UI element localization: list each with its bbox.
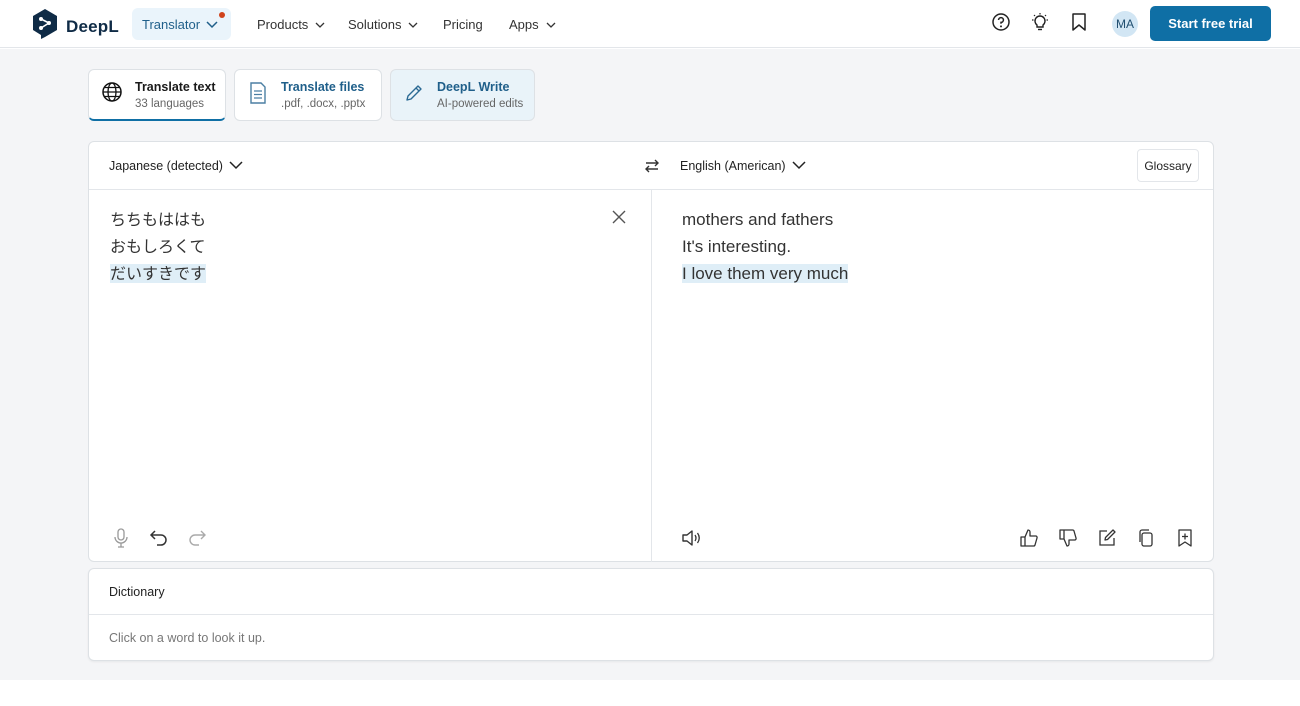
translation-output[interactable]: mothers and fathers It's interesting. I … (682, 206, 849, 287)
dictionary-panel: Dictionary Click on a word to look it up… (88, 568, 1214, 661)
target-line-highlighted: I love them very much (682, 264, 849, 283)
target-language-label: English (American) (680, 159, 786, 173)
nav-apps-label: Apps (509, 16, 539, 32)
tab-subtitle: .pdf, .docx, .pptx (281, 98, 366, 110)
tab-title: Translate files (281, 80, 365, 94)
clear-text-button[interactable] (611, 209, 629, 227)
chevron-down-icon (312, 17, 325, 32)
source-text-input[interactable]: ちちもははも おもしろくて だいすきです (110, 206, 207, 287)
globe-icon (101, 81, 123, 108)
tab-translate-text[interactable]: Translate text 33 languages (88, 69, 226, 121)
glossary-button[interactable]: Glossary (1137, 149, 1199, 182)
deepl-logo[interactable]: DeepL (32, 8, 119, 45)
nav-products-label: Products (257, 16, 309, 32)
chevron-down-icon (206, 17, 218, 32)
nav-solutions[interactable]: Solutions (348, 0, 418, 48)
chevron-down-icon (229, 159, 243, 173)
chevron-down-icon (543, 17, 556, 32)
help-button[interactable] (989, 12, 1013, 36)
translator-menu-button[interactable]: Translator (132, 8, 231, 40)
document-icon (249, 81, 267, 109)
user-avatar[interactable]: MA (1112, 11, 1138, 37)
source-language-label: Japanese (detected) (109, 159, 223, 173)
dictionary-hint: Click on a word to look it up. (109, 631, 266, 645)
panel-divider (651, 190, 652, 562)
close-icon (611, 210, 627, 229)
saved-translations-button[interactable] (1067, 12, 1091, 36)
nav-solutions-label: Solutions (348, 16, 402, 32)
help-icon (991, 12, 1011, 37)
source-line: ちちもははも (110, 210, 207, 229)
language-bar: Japanese (detected) English (American) G… (89, 142, 1213, 190)
nav-products[interactable]: Products (257, 0, 325, 48)
chevron-down-icon (405, 17, 418, 32)
redo-button[interactable] (185, 526, 209, 550)
source-line: おもしろくて (110, 237, 206, 256)
thumbs-down-button[interactable] (1056, 526, 1080, 550)
microphone-button[interactable] (109, 526, 133, 550)
lightbulb-icon (1030, 12, 1050, 37)
tips-button[interactable] (1028, 12, 1052, 36)
deepl-logo-icon (32, 8, 58, 45)
target-toolbar-right (1017, 526, 1197, 550)
save-to-favorites-button[interactable] (1173, 526, 1197, 550)
speaker-button[interactable] (679, 526, 703, 550)
swap-languages-button[interactable] (641, 155, 663, 177)
notification-dot (219, 12, 225, 18)
translator-panel: Japanese (detected) English (American) G… (88, 141, 1214, 562)
tab-subtitle: 33 languages (135, 97, 205, 110)
source-toolbar (109, 526, 209, 550)
dictionary-title: Dictionary (109, 584, 165, 599)
tab-deepl-write[interactable]: DeepL Write AI-powered edits (390, 69, 535, 121)
edit-button[interactable] (1095, 526, 1119, 550)
pencil-icon (404, 83, 424, 108)
tab-translate-files[interactable]: Translate files .pdf, .docx, .pptx (234, 69, 382, 121)
brand-name: DeepL (66, 16, 119, 36)
target-language-select[interactable]: English (American) (680, 142, 806, 190)
start-free-trial-button[interactable]: Start free trial (1150, 6, 1271, 41)
nav-pricing-label: Pricing (443, 16, 483, 32)
swap-arrows-icon (641, 159, 663, 181)
copy-button[interactable] (1134, 526, 1158, 550)
nav-pricing[interactable]: Pricing (443, 0, 483, 48)
tab-title: DeepL Write (437, 80, 510, 94)
target-line: It's interesting. (682, 237, 792, 256)
bookmark-icon (1070, 12, 1088, 37)
source-language-select[interactable]: Japanese (detected) (109, 142, 243, 190)
undo-button[interactable] (147, 526, 171, 550)
chevron-down-icon (792, 159, 806, 173)
top-navigation-bar: DeepL Translator Products Solutions Pric… (0, 0, 1300, 48)
tab-subtitle: AI-powered edits (437, 98, 524, 110)
target-toolbar-left (679, 526, 703, 550)
translator-label: Translator (142, 16, 201, 32)
thumbs-up-button[interactable] (1017, 526, 1041, 550)
target-line: mothers and fathers (682, 210, 834, 229)
nav-apps[interactable]: Apps (509, 0, 556, 48)
tab-title: Translate text (135, 79, 216, 94)
source-line-highlighted: だいすきです (110, 264, 207, 283)
